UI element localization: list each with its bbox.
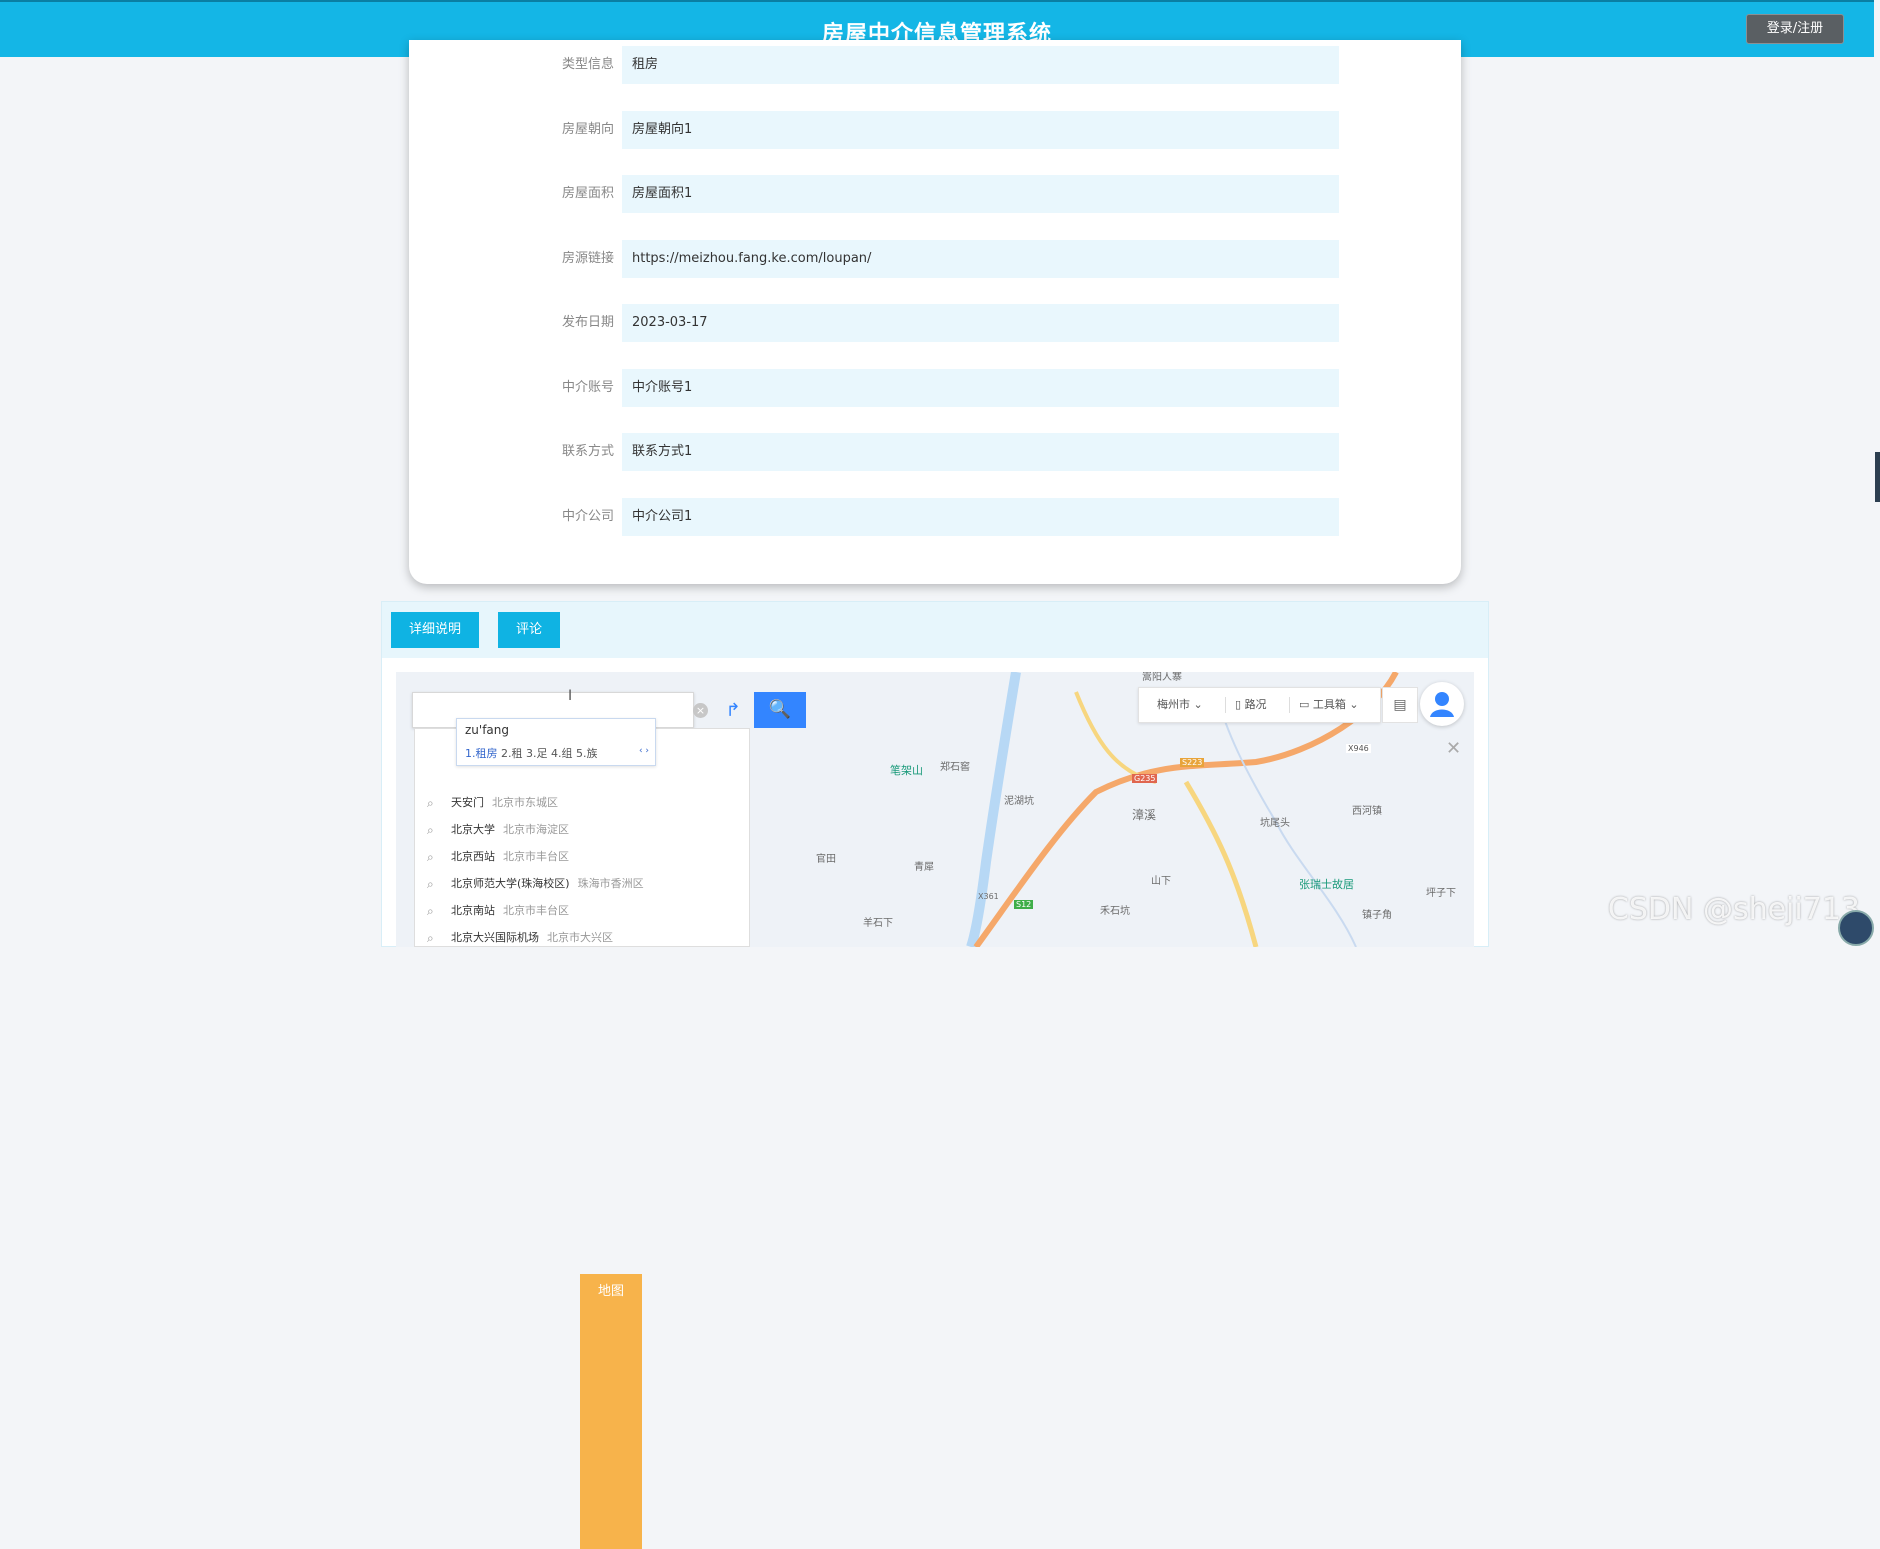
ime-page-arrows[interactable]: ‹ › xyxy=(639,746,649,756)
detail-row-agent-account: 中介账号 中介账号1 xyxy=(409,369,1461,407)
map-place-label: 漳溪 xyxy=(1132,808,1157,822)
toolbox-menu[interactable]: ▭ 工具箱 ⌄ xyxy=(1299,688,1359,722)
detail-row-orientation: 房屋朝向 房屋朝向1 xyxy=(409,111,1461,149)
list-item[interactable]: ⌕ 北京大兴国际机场 北京市大兴区 xyxy=(415,922,751,947)
field-value: 联系方式1 xyxy=(622,433,1339,471)
route-icon[interactable]: ↱ xyxy=(722,700,744,722)
map-place-label: 嵩阳人寨 xyxy=(1142,672,1182,683)
city-selector[interactable]: 梅州市 ⌄ xyxy=(1157,688,1203,722)
field-label: 房屋朝向 xyxy=(561,122,614,137)
detail-row-date: 发布日期 2023-03-17 xyxy=(409,304,1461,342)
field-label: 中介账号 xyxy=(561,380,614,395)
field-label: 中介公司 xyxy=(561,509,614,524)
search-icon: ⌕ xyxy=(427,931,434,945)
map-search-button[interactable]: 🔍 xyxy=(754,692,806,728)
watermark: CSDN @sheji713 xyxy=(1607,892,1860,927)
floating-ball-icon[interactable] xyxy=(1838,910,1874,946)
house-detail-card: 类型信息 租房 房屋朝向 房屋朝向1 房屋面积 房屋面积1 房源链接 https… xyxy=(409,40,1461,584)
field-label: 房屋面积 xyxy=(561,186,614,201)
map-toolbar: 梅州市 ⌄ ▯ 路况 ▭ 工具箱 ⌄ xyxy=(1138,687,1381,723)
clear-icon[interactable]: × xyxy=(693,703,708,718)
field-value: 房屋面积1 xyxy=(622,175,1339,213)
field-label: 发布日期 xyxy=(561,315,614,330)
user-avatar-icon[interactable] xyxy=(1420,682,1464,726)
map-place-label: 镇子角 xyxy=(1362,910,1392,921)
field-label: 联系方式 xyxy=(561,444,614,459)
map-place-label: 羊石下 xyxy=(863,918,893,929)
text-cursor-icon: I xyxy=(568,688,573,704)
tab-comment[interactable]: 评论 xyxy=(498,612,560,648)
detail-row-contact: 联系方式 联系方式1 xyxy=(409,433,1461,471)
road-shield: X946 xyxy=(1346,744,1371,753)
ime-candidate-window: zu'fang 1.租房 2.租 3.足 4.组 5.族 ‹ › xyxy=(456,718,656,766)
field-value: 中介公司1 xyxy=(622,498,1339,536)
search-icon: 🔍 xyxy=(768,699,792,720)
detail-row-area: 房屋面积 房屋面积1 xyxy=(409,175,1461,213)
ime-candidates[interactable]: 1.租房 2.租 3.足 4.组 5.族 xyxy=(465,745,598,761)
ime-pinyin: zu'fang xyxy=(465,723,510,737)
map-poi-label: 张瑞士故居 xyxy=(1299,878,1354,891)
field-label: 房源链接 xyxy=(561,251,614,266)
map-place-label: 坑尾头 xyxy=(1260,818,1290,829)
detail-row-agency: 中介公司 中介公司1 xyxy=(409,498,1461,536)
road-shield: S223 xyxy=(1180,758,1205,767)
road-shield: G235 xyxy=(1132,774,1158,783)
field-value: 中介账号1 xyxy=(622,369,1339,407)
close-icon[interactable]: ✕ xyxy=(1446,738,1461,759)
field-label: 类型信息 xyxy=(561,57,614,72)
map-view[interactable]: 路线 × I ↱ 🔍 ⌕ 天安门北京市东城区 ⌕ 北京大学北京市海淀区 ⌕ 北京… xyxy=(396,672,1474,947)
field-value: 房屋朝向1 xyxy=(622,111,1339,149)
map-place-label: 山下 xyxy=(1151,876,1171,887)
tabs-bar: 详细说明 评论 地图 xyxy=(382,602,1488,1549)
detail-row-link: 房源链接 https://meizhou.fang.ke.com/loupan/ xyxy=(409,240,1461,278)
road-shield: S12 xyxy=(1014,900,1034,909)
detail-row-type: 类型信息 租房 xyxy=(409,46,1461,84)
message-icon[interactable]: ▤ xyxy=(1382,687,1418,723)
field-value: 2023-03-17 xyxy=(622,304,1339,342)
road-shield: X361 xyxy=(978,892,999,901)
field-value: 租房 xyxy=(622,46,1339,84)
user-icon xyxy=(1430,692,1454,717)
tab-detail[interactable]: 详细说明 xyxy=(391,612,479,648)
traffic-toggle[interactable]: ▯ 路况 xyxy=(1235,688,1267,722)
map-place-label: 郑石窖 xyxy=(940,762,970,773)
map-place-label: 官田 xyxy=(816,854,836,865)
secondary-road xyxy=(1183,780,1259,947)
map-place-label: 禾石坑 xyxy=(1100,906,1130,917)
map-place-label: 西河镇 xyxy=(1352,806,1382,817)
map-place-label: 青犀 xyxy=(914,862,934,873)
map-poi-label: 笔架山 xyxy=(890,764,923,777)
scrollbar-thumb[interactable] xyxy=(1875,452,1880,502)
field-value[interactable]: https://meizhou.fang.ke.com/loupan/ xyxy=(622,240,1339,278)
map-place-label: 坪子下 xyxy=(1426,888,1456,899)
tab-map[interactable]: 地图 xyxy=(580,1274,642,1549)
map-place-label: 泥湖坑 xyxy=(1004,796,1034,807)
login-register-button[interactable]: 登录/注册 xyxy=(1746,14,1844,44)
